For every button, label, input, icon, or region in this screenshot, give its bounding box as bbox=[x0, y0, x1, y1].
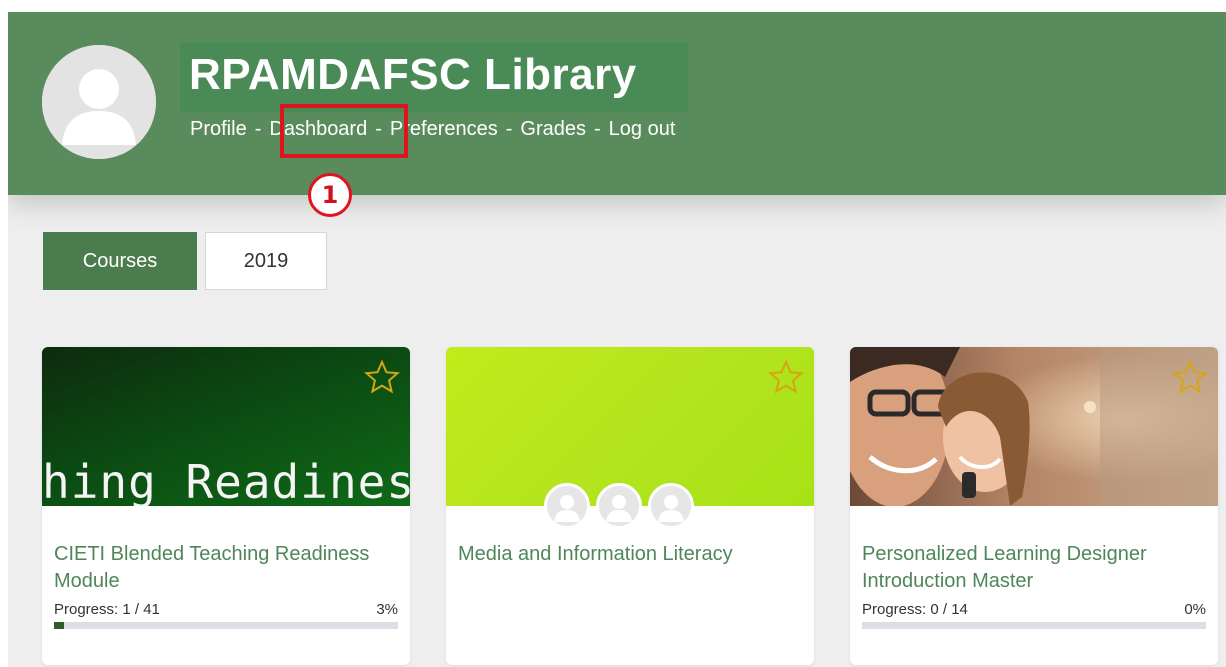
teacher-avatar[interactable] bbox=[544, 483, 590, 529]
teacher-avatar-icon bbox=[651, 486, 691, 526]
teacher-avatar-icon bbox=[547, 486, 587, 526]
star-icon[interactable] bbox=[768, 359, 804, 395]
course-card[interactable]: Media and Information Literacy bbox=[446, 347, 814, 665]
course-banner-photo bbox=[850, 347, 1218, 506]
nav-profile-link[interactable]: Profile bbox=[190, 118, 247, 141]
teacher-avatar[interactable] bbox=[596, 483, 642, 529]
course-card[interactable]: Personalized Learning Designer Introduct… bbox=[850, 347, 1218, 665]
progress-bar bbox=[862, 622, 1206, 629]
nav-logout-link[interactable]: Log out bbox=[609, 118, 676, 141]
teacher-avatar-icon bbox=[599, 486, 639, 526]
progress-label: Progress: 0 / 14 bbox=[862, 601, 968, 618]
progress-bar-fill bbox=[54, 622, 65, 629]
teacher-avatars bbox=[544, 483, 694, 529]
page: RPAMDAFSC Library Profile - Dashboard - … bbox=[8, 12, 1226, 667]
user-nav: Profile - Dashboard - Preferences - Grad… bbox=[190, 118, 675, 141]
user-avatar-icon bbox=[42, 45, 156, 159]
tab-courses[interactable]: Courses bbox=[43, 232, 197, 290]
site-title: RPAMDAFSC Library bbox=[189, 50, 637, 99]
nav-separator: - bbox=[254, 118, 262, 140]
course-card[interactable]: hing Readiness CIETI Blended Teaching Re… bbox=[42, 347, 410, 665]
star-icon[interactable] bbox=[364, 359, 400, 395]
progress-percent: 0% bbox=[1184, 601, 1206, 618]
page-header: RPAMDAFSC Library Profile - Dashboard - … bbox=[8, 12, 1226, 195]
course-title[interactable]: CIETI Blended Teaching Readiness Module bbox=[54, 541, 394, 595]
star-icon[interactable] bbox=[1172, 359, 1208, 395]
course-banner-text: hing Readiness bbox=[42, 455, 410, 506]
course-banner-image[interactable] bbox=[850, 347, 1218, 506]
step-number-badge: 1 bbox=[308, 173, 352, 217]
progress-bar bbox=[54, 622, 398, 629]
progress-label: Progress: 1 / 41 bbox=[54, 601, 160, 618]
user-avatar[interactable] bbox=[42, 45, 156, 159]
teacher-avatar[interactable] bbox=[648, 483, 694, 529]
nav-grades-link[interactable]: Grades bbox=[520, 118, 586, 141]
course-banner-image[interactable]: hing Readiness bbox=[42, 347, 410, 506]
course-title[interactable]: Personalized Learning Designer Introduct… bbox=[862, 541, 1202, 595]
progress-percent: 3% bbox=[376, 601, 398, 618]
tab-year-2019[interactable]: 2019 bbox=[205, 232, 327, 290]
nav-separator: - bbox=[505, 118, 513, 140]
course-title[interactable]: Media and Information Literacy bbox=[458, 541, 798, 568]
nav-separator: - bbox=[594, 118, 601, 140]
dashboard-highlight-box bbox=[280, 104, 408, 158]
